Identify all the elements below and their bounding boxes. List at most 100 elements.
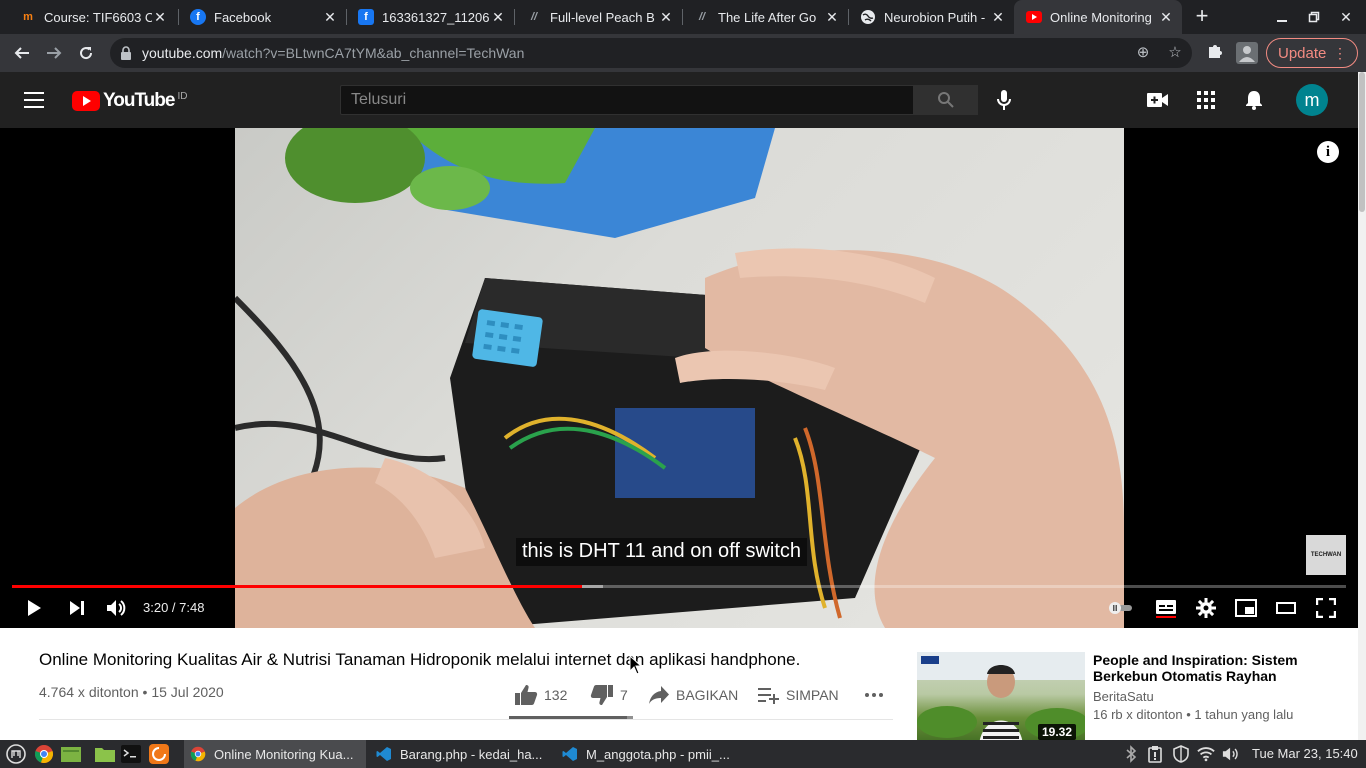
- miniplayer-icon: [1235, 599, 1257, 617]
- close-icon[interactable]: ✕: [152, 9, 168, 25]
- taskbar-window-vscode-barang[interactable]: Barang.php - kedai_ha...: [370, 740, 552, 768]
- notifications-bell-icon[interactable]: [1242, 88, 1266, 112]
- autoplay-toggle[interactable]: [1108, 596, 1134, 620]
- gear-icon: [1196, 598, 1216, 618]
- suggested-video-title[interactable]: People and Inspiration: Sistem Berkebun …: [1093, 652, 1333, 684]
- package-updater-icon[interactable]: [148, 743, 170, 765]
- address-bar[interactable]: youtube.com/watch?v=BLtwnCA7tYM&ab_chann…: [110, 38, 1192, 68]
- close-icon[interactable]: ✕: [1158, 9, 1174, 25]
- tab-title: Neurobion Putih -: [884, 9, 986, 25]
- channel-watermark[interactable]: TECHWAN: [1306, 535, 1346, 575]
- install-app-icon[interactable]: ⊕: [1134, 44, 1152, 62]
- mouse-cursor-icon: [629, 655, 643, 675]
- browser-toolbar: youtube.com/watch?v=BLtwnCA7tYM&ab_chann…: [0, 34, 1366, 72]
- theater-mode-button[interactable]: [1273, 596, 1299, 620]
- youtube-icon: [1026, 9, 1042, 25]
- save-button[interactable]: SIMPAN: [758, 683, 839, 707]
- browser-tab-peach[interactable]: // Full-level Peach B ✕: [514, 0, 682, 34]
- browser-tab-course[interactable]: m Course: TIF6603 C ✕: [8, 0, 176, 34]
- globe-icon: [860, 9, 876, 25]
- extensions-puzzle-icon[interactable]: [1204, 42, 1226, 64]
- close-window-icon[interactable]: ✕: [1330, 0, 1362, 34]
- more-vert-icon: ⋮: [1333, 45, 1347, 61]
- profile-icon[interactable]: [1236, 42, 1258, 64]
- close-icon[interactable]: ✕: [824, 9, 840, 25]
- wifi-icon[interactable]: [1197, 745, 1215, 763]
- browser-tab-youtube-active[interactable]: Online Monitoring ✕: [1014, 0, 1182, 34]
- browser-tab-facebook-photo[interactable]: f 163361327_11206 ✕: [346, 0, 514, 34]
- browser-tab-neurobion[interactable]: Neurobion Putih - ✕: [848, 0, 1014, 34]
- info-icon[interactable]: i: [1317, 141, 1339, 163]
- forward-icon[interactable]: [40, 39, 68, 67]
- update-button[interactable]: Update ⋮: [1266, 38, 1358, 68]
- bookmark-star-icon[interactable]: ☆: [1166, 44, 1184, 62]
- suggested-video-channel[interactable]: BeritaSatu: [1093, 689, 1154, 704]
- web-icon: //: [698, 11, 706, 23]
- share-button[interactable]: BAGIKAN: [648, 683, 738, 707]
- search-input[interactable]: [341, 86, 913, 114]
- play-button[interactable]: [21, 596, 47, 620]
- moodle-icon: m: [23, 11, 33, 23]
- volume-button[interactable]: [104, 596, 130, 620]
- settings-button[interactable]: [1193, 596, 1219, 620]
- progress-bar[interactable]: [12, 585, 1346, 588]
- shield-icon[interactable]: [1172, 745, 1190, 763]
- facebook-icon: f: [190, 9, 206, 25]
- share-icon: [649, 686, 669, 704]
- tab-title: Facebook: [214, 9, 272, 25]
- microphone-icon[interactable]: [992, 88, 1016, 112]
- thumbs-down-icon: [590, 685, 613, 705]
- video-player[interactable]: i TECHWAN this is DHT 11 and on off swit…: [0, 128, 1358, 628]
- lock-icon[interactable]: [120, 46, 132, 60]
- like-button[interactable]: 132: [514, 683, 567, 707]
- apps-grid-icon[interactable]: [1194, 88, 1218, 112]
- system-clock[interactable]: Tue Mar 23, 15:40: [1252, 746, 1358, 761]
- dislike-button[interactable]: 7: [590, 683, 628, 707]
- system-menu-icon[interactable]: [5, 743, 27, 765]
- user-avatar[interactable]: m: [1296, 84, 1328, 116]
- back-icon[interactable]: [8, 39, 36, 67]
- menu-hamburger-icon[interactable]: [24, 92, 44, 108]
- terminal-icon[interactable]: [120, 743, 142, 765]
- taskbar-window-vscode-anggota[interactable]: M_anggota.php - pmii_...: [556, 740, 738, 768]
- youtube-logo[interactable]: YouTube ID: [72, 90, 187, 112]
- save-label: SIMPAN: [786, 687, 839, 703]
- new-tab-button[interactable]: +: [1190, 5, 1214, 29]
- web-icon: //: [530, 11, 538, 23]
- restore-icon[interactable]: [1298, 0, 1330, 34]
- browser-tab-facebook[interactable]: f Facebook ✕: [178, 0, 346, 34]
- taskbar-window-title: Online Monitoring Kua...: [214, 746, 354, 762]
- scrollbar-thumb[interactable]: [1359, 72, 1365, 212]
- skip-next-icon: [70, 601, 84, 615]
- chrome-icon[interactable]: [33, 743, 55, 765]
- fullscreen-icon: [1316, 598, 1336, 618]
- browser-tab-life-after[interactable]: // The Life After Go ✕: [682, 0, 848, 34]
- close-icon[interactable]: ✕: [322, 9, 338, 25]
- minimize-icon[interactable]: [1266, 0, 1298, 34]
- page-scrollbar[interactable]: [1358, 72, 1366, 740]
- tab-title: The Life After Go: [718, 9, 817, 25]
- miniplayer-button[interactable]: [1233, 596, 1259, 620]
- chrome-icon: [190, 746, 206, 762]
- create-video-icon[interactable]: [1146, 88, 1170, 112]
- search-button[interactable]: [914, 85, 978, 115]
- progress-played: [12, 585, 582, 588]
- subtitles-button[interactable]: [1153, 596, 1179, 620]
- file-manager-icon[interactable]: [60, 743, 82, 765]
- url-text: youtube.com/watch?v=BLtwnCA7tYM&ab_chann…: [142, 45, 525, 61]
- search-icon: [938, 92, 954, 108]
- close-icon[interactable]: ✕: [658, 9, 674, 25]
- clipboard-icon[interactable]: [1146, 745, 1164, 763]
- close-icon[interactable]: ✕: [490, 9, 506, 25]
- bluetooth-icon[interactable]: [1122, 745, 1140, 763]
- fullscreen-button[interactable]: [1313, 596, 1339, 620]
- close-icon[interactable]: ✕: [990, 9, 1006, 25]
- taskbar-window-chrome[interactable]: Online Monitoring Kua...: [184, 740, 366, 768]
- search-box: [340, 85, 914, 115]
- volume-tray-icon[interactable]: [1222, 745, 1240, 763]
- next-button[interactable]: [64, 596, 90, 620]
- folder-icon[interactable]: [94, 743, 116, 765]
- reload-icon[interactable]: [72, 39, 100, 67]
- more-actions-button[interactable]: [862, 683, 886, 707]
- time-display: 3:20 / 7:48: [143, 600, 205, 615]
